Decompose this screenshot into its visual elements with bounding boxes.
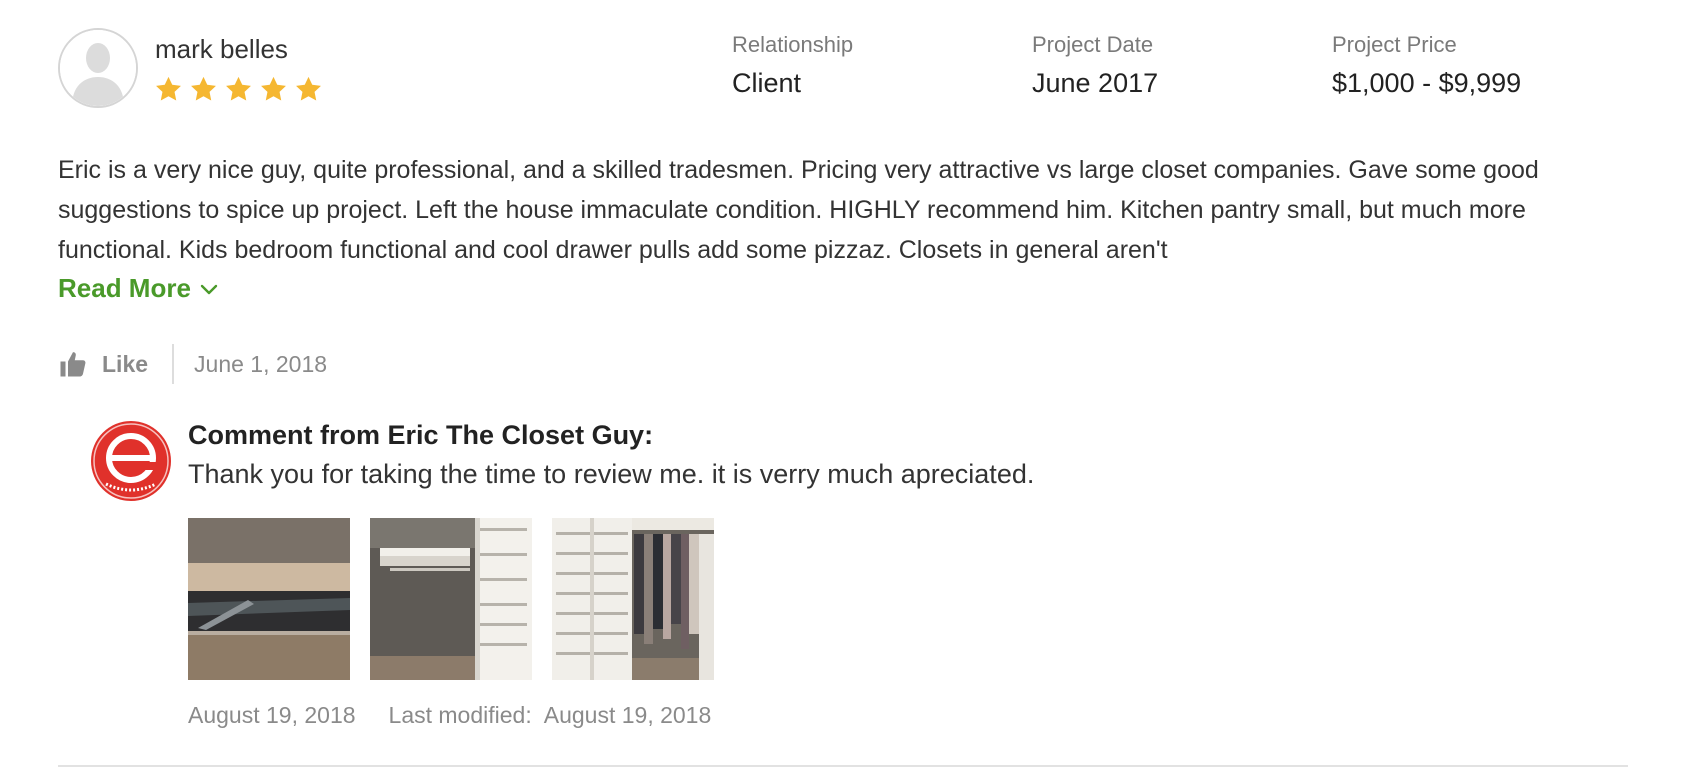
- read-more-button[interactable]: Read More: [58, 273, 219, 304]
- review-date: June 1, 2018: [194, 350, 328, 377]
- review-text: Eric is a very nice guy, quite professio…: [58, 156, 1539, 264]
- like-label: Like: [102, 350, 149, 377]
- last-modified-label: Last modified:: [388, 702, 532, 728]
- star-icon: [226, 76, 251, 101]
- comment-text: Thank you for taking the time to review …: [188, 459, 1035, 489]
- section-divider: [58, 765, 1628, 767]
- star-icon: [191, 76, 216, 101]
- closet-photo-2[interactable]: [370, 518, 532, 680]
- relationship-label: Relationship: [732, 32, 854, 57]
- thumbs-up-icon: [60, 352, 86, 377]
- meta-project-date: Project Date June 2017: [1032, 30, 1158, 101]
- star-icon: [156, 76, 181, 101]
- comment-photos: [188, 518, 714, 680]
- project-price-label: Project Price: [1332, 32, 1457, 57]
- read-more-label: Read More: [58, 273, 191, 303]
- last-modified-date: August 19, 2018: [543, 702, 712, 728]
- star-icon: [261, 76, 286, 101]
- project-price-value: $1,000 - $9,999: [1332, 68, 1522, 98]
- user-silhouette-icon: [60, 30, 136, 106]
- comment-posted-date: August 19, 2018: [188, 702, 356, 728]
- closet-photo-1[interactable]: [188, 518, 350, 680]
- star-rating: [154, 75, 323, 104]
- company-logo[interactable]: [90, 420, 172, 502]
- reviewer-name[interactable]: mark belles: [155, 34, 288, 65]
- review-card: mark belles Relationship Client Project …: [0, 0, 1696, 774]
- meta-relationship: Relationship Client: [732, 30, 853, 101]
- meta-project-price: Project Price $1,000 - $9,999: [1332, 30, 1521, 101]
- comment-footer: August 19, 2018 Last modified: August 19…: [188, 702, 711, 729]
- project-date-label: Project Date: [1032, 32, 1154, 57]
- comment-heading: Comment from Eric The Closet Guy:: [188, 420, 654, 450]
- closet-photo-3[interactable]: [552, 518, 714, 680]
- reviewer-avatar[interactable]: [58, 28, 138, 108]
- relationship-value: Client: [732, 68, 802, 98]
- chevron-down-icon: [200, 284, 218, 294]
- closet-guy-logo-icon: [91, 421, 171, 501]
- like-button[interactable]: Like: [58, 349, 172, 379]
- review-actions: Like June 1, 2018: [58, 343, 327, 385]
- project-date-value: June 2017: [1032, 68, 1159, 98]
- star-icon: [296, 76, 321, 101]
